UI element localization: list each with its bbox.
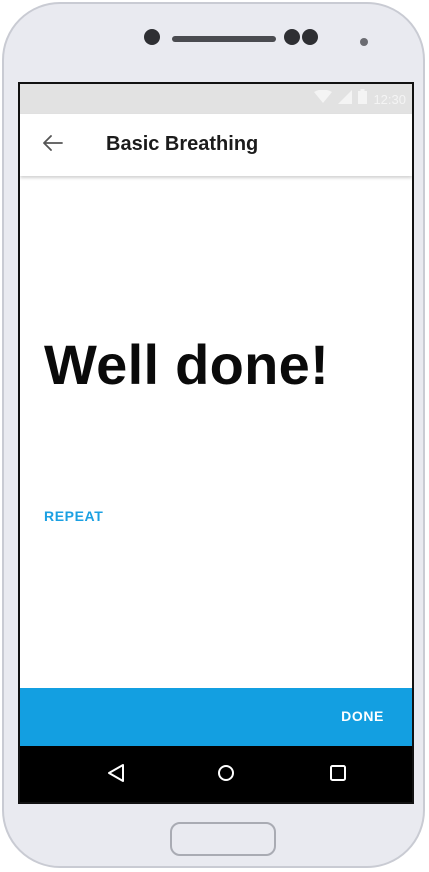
wifi-icon	[314, 89, 333, 109]
hardware-home-button[interactable]	[170, 822, 276, 856]
signal-icon	[338, 89, 353, 109]
nav-back-button[interactable]	[103, 762, 129, 788]
status-bar: 12:30	[20, 84, 412, 114]
back-button[interactable]	[38, 130, 68, 160]
nav-home-button[interactable]	[213, 762, 239, 788]
arrow-left-icon	[43, 134, 63, 156]
phone-frame: 12:30 Basic Breathing Well done! REPEAT …	[2, 2, 425, 868]
sensor-dot-icon	[284, 29, 300, 45]
led-dot-icon	[360, 38, 368, 46]
back-triangle-icon	[107, 763, 125, 788]
home-circle-icon	[217, 764, 235, 787]
repeat-button[interactable]: REPEAT	[44, 508, 103, 524]
main-content: Well done! REPEAT	[20, 176, 412, 688]
earpiece-speaker	[172, 36, 276, 42]
app-bar: Basic Breathing	[20, 114, 412, 176]
completion-headline: Well done!	[44, 333, 330, 396]
status-time: 12:30	[373, 91, 406, 107]
bottom-action-bar: DONE	[20, 688, 412, 746]
system-nav-bar	[20, 746, 412, 802]
status-icons: 12:30	[314, 89, 406, 109]
recents-square-icon	[329, 764, 347, 787]
sensor-dot-icon	[302, 29, 318, 45]
battery-icon	[358, 89, 368, 109]
nav-recents-button[interactable]	[325, 762, 351, 788]
front-camera-icon	[144, 29, 160, 45]
phone-screen: 12:30 Basic Breathing Well done! REPEAT …	[18, 82, 414, 804]
done-button[interactable]: DONE	[341, 708, 384, 724]
phone-top-hardware	[4, 20, 423, 60]
page-title: Basic Breathing	[106, 133, 259, 155]
